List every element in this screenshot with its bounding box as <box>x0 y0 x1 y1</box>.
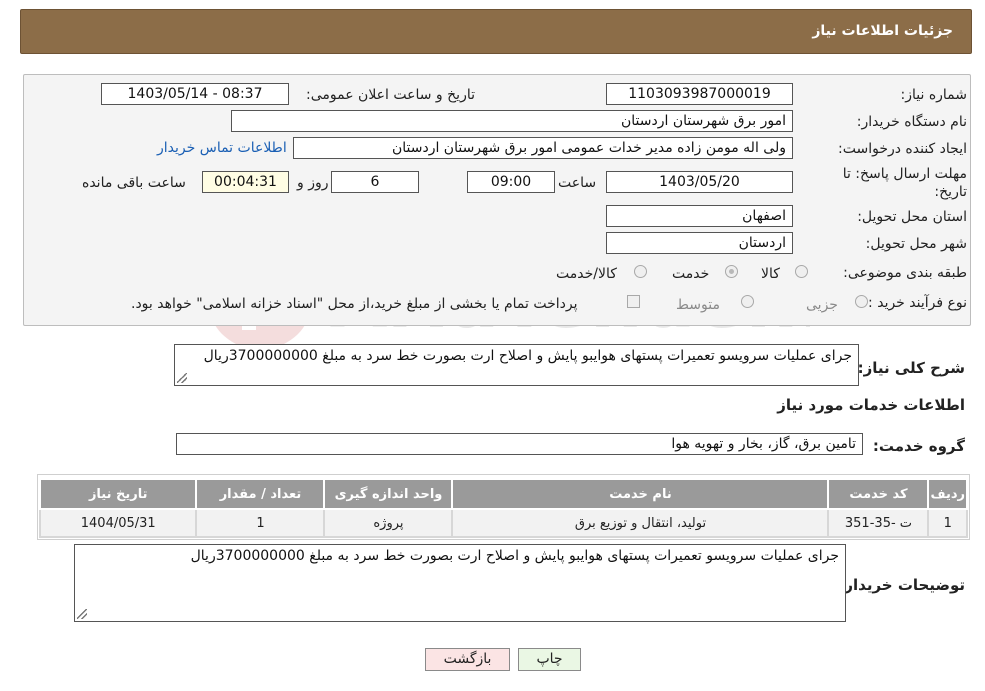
services-table: ردیف کد خدمت نام خدمت واحد اندازه گیری ت… <box>38 478 968 538</box>
deadline-label: مهلت ارسال پاسخ: تا <box>842 166 967 182</box>
treasury-payment-note: پرداخت تمام یا بخشی از مبلغ خرید،از محل … <box>131 296 578 312</box>
col-quantity: تعداد / مقدار <box>195 478 326 510</box>
deadline-time-field[interactable]: 09:00 <box>467 171 555 193</box>
cell-need-date: 1404/05/31 <box>38 508 198 538</box>
deadline-time-label: ساعت <box>558 175 597 191</box>
back-button[interactable]: بازگشت <box>425 648 510 671</box>
deadline-date-field[interactable]: 1403/05/20 <box>606 171 793 193</box>
resize-grip-icon[interactable] <box>177 373 187 383</box>
buyer-contact-link[interactable]: اطلاعات تماس خریدار <box>157 140 287 156</box>
table-header-row: ردیف کد خدمت نام خدمت واحد اندازه گیری ت… <box>38 478 968 510</box>
process-minor-radio[interactable] <box>855 295 868 308</box>
province-label: استان محل تحویل: <box>857 209 967 225</box>
remaining-time-label: ساعت باقی مانده <box>82 175 186 191</box>
announce-datetime-field[interactable]: 1403/05/14 - 08:37 <box>101 83 289 105</box>
col-need-date: تاریخ نیاز <box>38 478 198 510</box>
col-unit: واحد اندازه گیری <box>323 478 454 510</box>
category-label: طبقه بندی موضوعی: <box>843 265 967 281</box>
col-service-name: نام خدمت <box>451 478 830 510</box>
deadline-days-field[interactable]: 6 <box>331 171 419 193</box>
treasury-payment-checkbox[interactable] <box>627 295 640 308</box>
deadline-days-label: روز و <box>297 175 329 191</box>
page-title: جزئیات اطلاعات نیاز <box>812 23 953 39</box>
process-medium-radio[interactable] <box>741 295 754 308</box>
city-field[interactable]: اردستان <box>606 232 793 254</box>
service-group-label: گروه خدمت: <box>872 437 965 455</box>
requester-label: ایجاد کننده درخواست: <box>838 141 967 157</box>
deadline-label-line2: تاریخ: <box>934 184 967 200</box>
print-button[interactable]: چاپ <box>518 648 581 671</box>
need-number-label: شماره نیاز: <box>900 87 968 103</box>
cell-unit: پروژه <box>323 508 454 538</box>
services-section-title: اطلاعات خدمات مورد نیاز <box>777 396 965 414</box>
summary-textarea[interactable]: جرای عملیات سرویسو تعمیرات پستهای هوایبو… <box>174 344 859 386</box>
need-number-field[interactable]: 1103093987000019 <box>606 83 793 105</box>
category-goods-label: کالا <box>761 266 780 282</box>
cell-service-code: ت -35-351 <box>827 508 930 538</box>
buyer-notes-textarea[interactable]: جرای عملیات سرویسو تعمیرات پستهای هوایبو… <box>74 544 846 622</box>
remaining-time-field: 00:04:31 <box>202 171 289 193</box>
summary-text: جرای عملیات سرویسو تعمیرات پستهای هوایبو… <box>203 348 852 364</box>
process-minor-label: جزیی <box>806 297 838 313</box>
cell-service-name: تولید، انتقال و توزیع برق <box>451 508 830 538</box>
category-goods-service-label: کالا/خدمت <box>556 266 617 282</box>
category-service-radio[interactable] <box>725 265 738 278</box>
buyer-notes-label: توضیحات خریدار: <box>838 576 965 594</box>
cell-row-number: 1 <box>927 508 968 538</box>
service-group-field[interactable]: تامین برق، گاز، بخار و تهویه هوا <box>176 433 863 455</box>
col-service-code: کد خدمت <box>827 478 930 510</box>
cell-quantity: 1 <box>195 508 326 538</box>
province-field[interactable]: اصفهان <box>606 205 793 227</box>
announce-datetime-label: تاریخ و ساعت اعلان عمومی: <box>306 87 475 103</box>
category-goods-service-radio[interactable] <box>634 265 647 278</box>
buyer-org-field[interactable]: امور برق شهرستان اردستان <box>231 110 793 132</box>
city-label: شهر محل تحویل: <box>865 236 967 252</box>
buyer-org-label: نام دستگاه خریدار: <box>856 114 967 130</box>
col-row-number: ردیف <box>927 478 968 510</box>
category-goods-radio[interactable] <box>795 265 808 278</box>
category-service-label: خدمت <box>672 266 710 282</box>
table-row[interactable]: 1 ت -35-351 تولید، انتقال و توزیع برق پر… <box>38 508 968 538</box>
process-medium-label: متوسط <box>676 297 720 313</box>
resize-grip-icon[interactable] <box>77 609 87 619</box>
summary-label: شرح کلی نیاز: <box>857 359 965 377</box>
process-label: نوع فرآیند خرید : <box>868 295 967 311</box>
requester-field[interactable]: ولی اله مومن زاده مدیر خدات عمومی امور ب… <box>293 137 793 159</box>
buyer-notes-text: جرای عملیات سرویسو تعمیرات پستهای هوایبو… <box>190 548 839 564</box>
page-header: جزئیات اطلاعات نیاز <box>20 9 972 54</box>
